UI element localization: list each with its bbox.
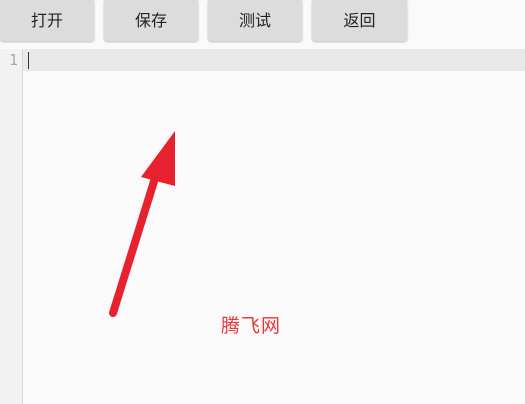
watermark-text: 腾飞网 (221, 315, 282, 337)
editor-screen: 打开 保存 测试 返回 1 腾飞网 (0, 0, 525, 404)
annotation-arrow-icon (109, 131, 175, 317)
